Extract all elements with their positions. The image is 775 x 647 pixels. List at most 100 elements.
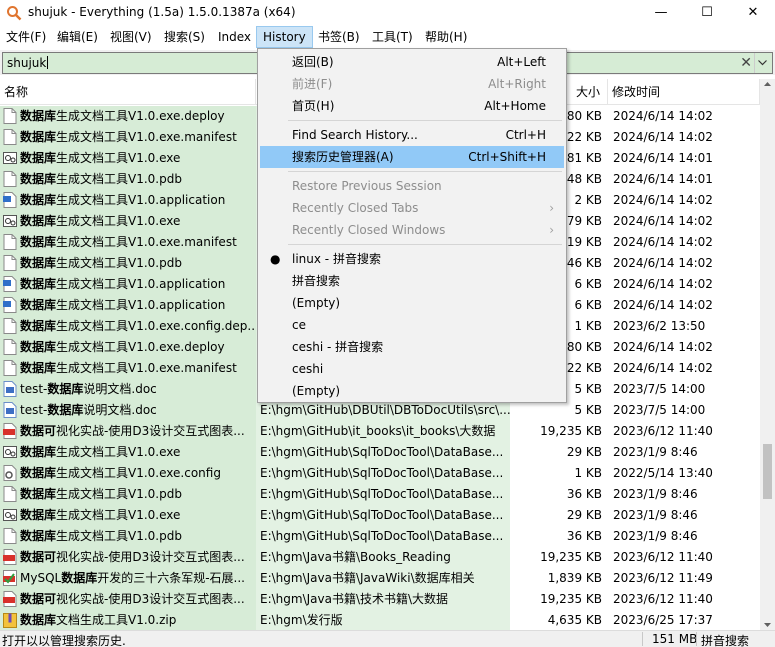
date-cell: 2023/6/12 11:40	[610, 589, 760, 610]
menu-item-forward[interactable]: 前进(F) Alt+Right	[260, 73, 564, 95]
file-icon	[3, 360, 17, 376]
date-cell: 2024/6/14 14:02	[610, 337, 760, 358]
menu-view[interactable]: 视图(V)	[104, 26, 158, 48]
menu-history[interactable]: History	[256, 26, 313, 48]
scroll-up-icon[interactable]	[764, 82, 771, 86]
file-name-match: 数据库	[20, 109, 57, 123]
file-name-rest: 生成文档工具V1.0.application	[56, 277, 226, 291]
status-total-size: 151 MB	[652, 632, 698, 646]
menu-item-history-pinyin[interactable]: 拼音搜索	[260, 270, 564, 292]
status-filter[interactable]: 拼音搜索	[701, 632, 749, 647]
file-name-rest: 生成文档工具V1.0.exe.config	[56, 466, 221, 480]
clear-search-icon[interactable]: ✕	[740, 55, 752, 71]
menu-item-label: 拼音搜索	[292, 274, 341, 288]
table-row[interactable]: 数据库生成文档工具V1.0.exe E:\hgm\GitHub\SqlToDocT…	[0, 442, 760, 463]
path-cell: E:\hgm\GitHub\it_books\it_books\大数据	[256, 421, 510, 442]
file-name-rest: 生成文档工具V1.0.exe.manifest	[56, 130, 237, 144]
column-size-header[interactable]: 大小	[572, 79, 608, 105]
name-cell: 数据库文档生成工具V1.0.zip	[0, 610, 256, 630]
scroll-down-icon[interactable]	[764, 623, 771, 627]
table-row[interactable]: MySQL数据库开发的三十六条军规-石展... E:\hgm\Java书籍\Jav…	[0, 568, 760, 589]
menu-item-history-ceshi-pinyin[interactable]: ceshi - 拼音搜索	[260, 336, 564, 358]
date-cell: 2023/7/5 14:00	[610, 379, 760, 400]
file-icon	[3, 129, 17, 145]
menu-item-restore-previous-session[interactable]: Restore Previous Session	[260, 175, 564, 197]
name-cell: test-数据库说明文档.doc	[0, 400, 256, 421]
table-row[interactable]: 数据库生成文档工具V1.0.exe E:\hgm\GitHub\SqlToDocT…	[0, 505, 760, 526]
name-cell: 数据库生成文档工具V1.0.pdb	[0, 253, 256, 274]
zip-archive-icon	[3, 613, 17, 628]
table-row[interactable]: 数据库生成文档工具V1.0.pdb E:\hgm\GitHub\SqlToDocT…	[0, 526, 760, 547]
date-cell: 2024/6/14 14:02	[610, 211, 760, 232]
menu-item-back[interactable]: 返回(B) Alt+Left	[260, 51, 564, 73]
minimize-button[interactable]: —	[638, 0, 684, 26]
menu-item-history-empty[interactable]: (Empty)	[260, 292, 564, 314]
menu-item-search-history-manager[interactable]: 搜索历史管理器(A) Ctrl+Shift+H	[260, 146, 564, 168]
file-icon	[3, 171, 17, 187]
menu-item-label: ceshi - 拼音搜索	[292, 340, 384, 354]
file-name-match: 数据可	[20, 424, 57, 438]
file-name-match: 数据库	[20, 298, 57, 312]
menu-search[interactable]: 搜索(S)	[158, 26, 211, 48]
menu-item-label: Find Search History...	[292, 128, 418, 142]
date-cell: 2023/6/25 17:37	[610, 610, 760, 630]
menu-item-label: 前进(F)	[292, 77, 333, 91]
close-button[interactable]: ✕	[730, 0, 775, 26]
size-cell: 19,235 KB	[510, 589, 606, 610]
date-cell: 2023/6/12 11:40	[610, 421, 760, 442]
menu-tools[interactable]: 工具(T)	[366, 26, 419, 48]
table-row[interactable]: 数据库生成文档工具V1.0.pdb E:\hgm\GitHub\SqlToDocT…	[0, 484, 760, 505]
menu-index[interactable]: Index	[212, 26, 257, 48]
file-name-prefix: test-	[20, 382, 48, 396]
file-icon	[3, 528, 17, 544]
maximize-button[interactable]: ☐	[684, 0, 730, 26]
file-icon	[3, 486, 17, 502]
menu-item-history-empty[interactable]: (Empty)	[260, 380, 564, 402]
menu-item-label: (Empty)	[292, 296, 341, 310]
menu-item-label: Recently Closed Windows	[292, 223, 446, 237]
menu-item-home[interactable]: 首页(H) Alt+Home	[260, 95, 564, 117]
menu-file[interactable]: 文件(F)	[0, 26, 52, 48]
file-name-rest: 生成文档工具V1.0.pdb	[56, 487, 182, 501]
table-row[interactable]: 数据库生成文档工具V1.0.exe.config E:\hgm\GitHub\Sq…	[0, 463, 760, 484]
column-date-header[interactable]: 修改时间	[608, 79, 760, 105]
table-row[interactable]: test-数据库说明文档.doc E:\hgm\GitHub\DBUtil\DBT…	[0, 400, 760, 421]
menu-item-label: ceshi	[292, 362, 324, 376]
menu-help[interactable]: 帮助(H)	[419, 26, 473, 48]
file-name-match: 数据库	[20, 340, 57, 354]
table-row[interactable]: 数据可视化实战-使用D3设计交互式图表... E:\hgm\GitHub\it_b…	[0, 421, 760, 442]
config-file-icon	[3, 465, 17, 481]
executable-icon	[3, 215, 17, 227]
column-name-header[interactable]: 名称	[0, 79, 256, 105]
search-dropdown-button[interactable]	[754, 53, 770, 73]
size-cell: 36 KB	[510, 484, 606, 505]
menu-item-history-ceshi[interactable]: ceshi	[260, 358, 564, 380]
menu-item-find-search-history[interactable]: Find Search History... Ctrl+H	[260, 124, 564, 146]
executable-icon	[3, 446, 17, 458]
name-cell: MySQL数据库开发的三十六条军规-石展...	[0, 568, 256, 589]
name-cell: 数据库生成文档工具V1.0.application	[0, 274, 256, 295]
file-name-rest: 生成文档工具V1.0.exe.deploy	[56, 109, 225, 123]
file-name-match: 数据库	[20, 613, 57, 627]
menu-bookmarks[interactable]: 书签(B)	[312, 26, 366, 48]
file-name-rest: 生成文档工具V1.0.pdb	[56, 256, 182, 270]
menu-item-history-ce[interactable]: ce	[260, 314, 564, 336]
scrollbar-thumb[interactable]	[763, 444, 772, 499]
file-name-rest: 说明文档.doc	[83, 382, 157, 396]
file-name-rest: 生成文档工具V1.0.exe	[56, 151, 181, 165]
menu-item-history-linux-pinyin[interactable]: ● linux - 拼音搜索	[260, 248, 564, 270]
status-message: 打开以以管理搜索历史.	[2, 634, 126, 647]
name-cell: 数据库生成文档工具V1.0.exe.config	[0, 463, 256, 484]
table-row[interactable]: 数据可视化实战-使用D3设计交互式图表... E:\hgm\Java书籍\技术书籍…	[0, 589, 760, 610]
table-row[interactable]: 数据可视化实战-使用D3设计交互式图表... E:\hgm\Java书籍\Book…	[0, 547, 760, 568]
vertical-scrollbar[interactable]	[760, 79, 775, 630]
menu-edit[interactable]: 编辑(E)	[51, 26, 104, 48]
name-cell: 数据库生成文档工具V1.0.exe.config.dep...	[0, 316, 256, 337]
size-cell: 36 KB	[510, 526, 606, 547]
table-row[interactable]: 数据库文档生成工具V1.0.zip E:\hgm\发行版 4,635 KB 2023/…	[0, 610, 760, 630]
menu-item-recently-closed-windows[interactable]: Recently Closed Windows ›	[260, 219, 564, 241]
pdf-icon	[3, 591, 17, 607]
word-document-icon	[3, 402, 17, 418]
name-cell: test-数据库说明文档.doc	[0, 379, 256, 400]
menu-item-recently-closed-tabs[interactable]: Recently Closed Tabs ›	[260, 197, 564, 219]
